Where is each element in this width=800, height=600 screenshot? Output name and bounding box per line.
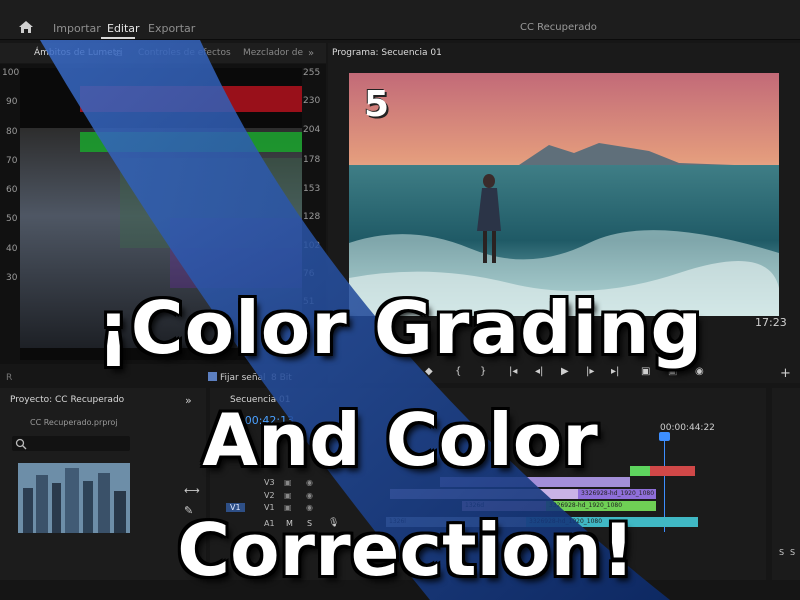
scale-right-178: 178	[303, 155, 321, 165]
nav-exportar[interactable]: Exportar	[148, 22, 195, 35]
scale-right-153: 153	[303, 184, 321, 194]
panel-menu-icon[interactable]: ≡	[114, 47, 123, 60]
scale-left-70: 70	[6, 156, 18, 166]
left-panel-tabs: Ámbitos de Lumetri ≡ Controles de efecto…	[0, 43, 326, 63]
home-icon[interactable]	[18, 20, 34, 34]
ripple-edit-icon[interactable]: ⟷	[184, 484, 200, 497]
tab-program[interactable]: Programa: Secuencia 01	[332, 48, 442, 58]
eye-v2-icon[interactable]: ◉	[306, 491, 313, 500]
clip-v2-label: 3326928-hd_1920_1080	[581, 490, 655, 497]
bit-depth-select[interactable]: 8 Bit	[271, 373, 292, 383]
scale-left-90: 90	[6, 97, 18, 107]
scale-right-76: 76	[303, 269, 315, 279]
scale-left-60: 60	[6, 185, 18, 195]
toggle-output-v2-icon[interactable]: ▣	[284, 491, 292, 500]
tab-effect-controls[interactable]: Controles de efectos	[138, 48, 231, 58]
active-tab-indicator	[101, 37, 135, 39]
scale-left-100: 100	[2, 68, 20, 78]
tab-audio-mixer[interactable]: Mezclador de	[243, 48, 303, 58]
scale-right-230: 230	[303, 96, 321, 106]
headline-line-1: ¡Color Grading	[96, 286, 704, 370]
scale-right-255: 255	[303, 68, 321, 78]
clip-v2-a[interactable]	[390, 489, 610, 499]
scale-right-102: 102	[303, 241, 321, 251]
scale-left-40: 40	[6, 244, 18, 254]
clip-v2[interactable]: 3326928-hd_1920_1080	[578, 489, 656, 499]
nav-importar[interactable]: Importar	[53, 22, 101, 35]
fijar-senal-label: Fijar señal	[220, 373, 266, 383]
scale-left-80: 80	[6, 127, 18, 137]
scope-footer-letter: R	[6, 373, 13, 383]
headline-line-3: Correction!	[177, 508, 635, 592]
more-tabs-icon[interactable]: »	[308, 48, 314, 59]
project-title: CC Recuperado	[520, 22, 597, 33]
button-editor-add-icon[interactable]: +	[780, 366, 791, 381]
program-monitor-frame	[349, 73, 779, 316]
fijar-senal-checkbox[interactable]: Fijar señal	[208, 372, 266, 383]
scale-left-50: 50	[6, 214, 18, 224]
top-bar: Importar Editar Exportar CC Recuperado	[0, 0, 800, 40]
scale-right-204: 204	[303, 125, 321, 135]
scale-right-128: 128	[303, 212, 321, 222]
tab-lumetri-scopes[interactable]: Ámbitos de Lumetri	[34, 48, 122, 58]
headline-line-2: And Color	[202, 398, 598, 482]
step-number-badge: 5	[364, 84, 390, 125]
nav-editar[interactable]: Editar	[107, 22, 140, 35]
track-label-v2: V2	[264, 491, 275, 500]
scale-left-30: 30	[6, 273, 18, 283]
